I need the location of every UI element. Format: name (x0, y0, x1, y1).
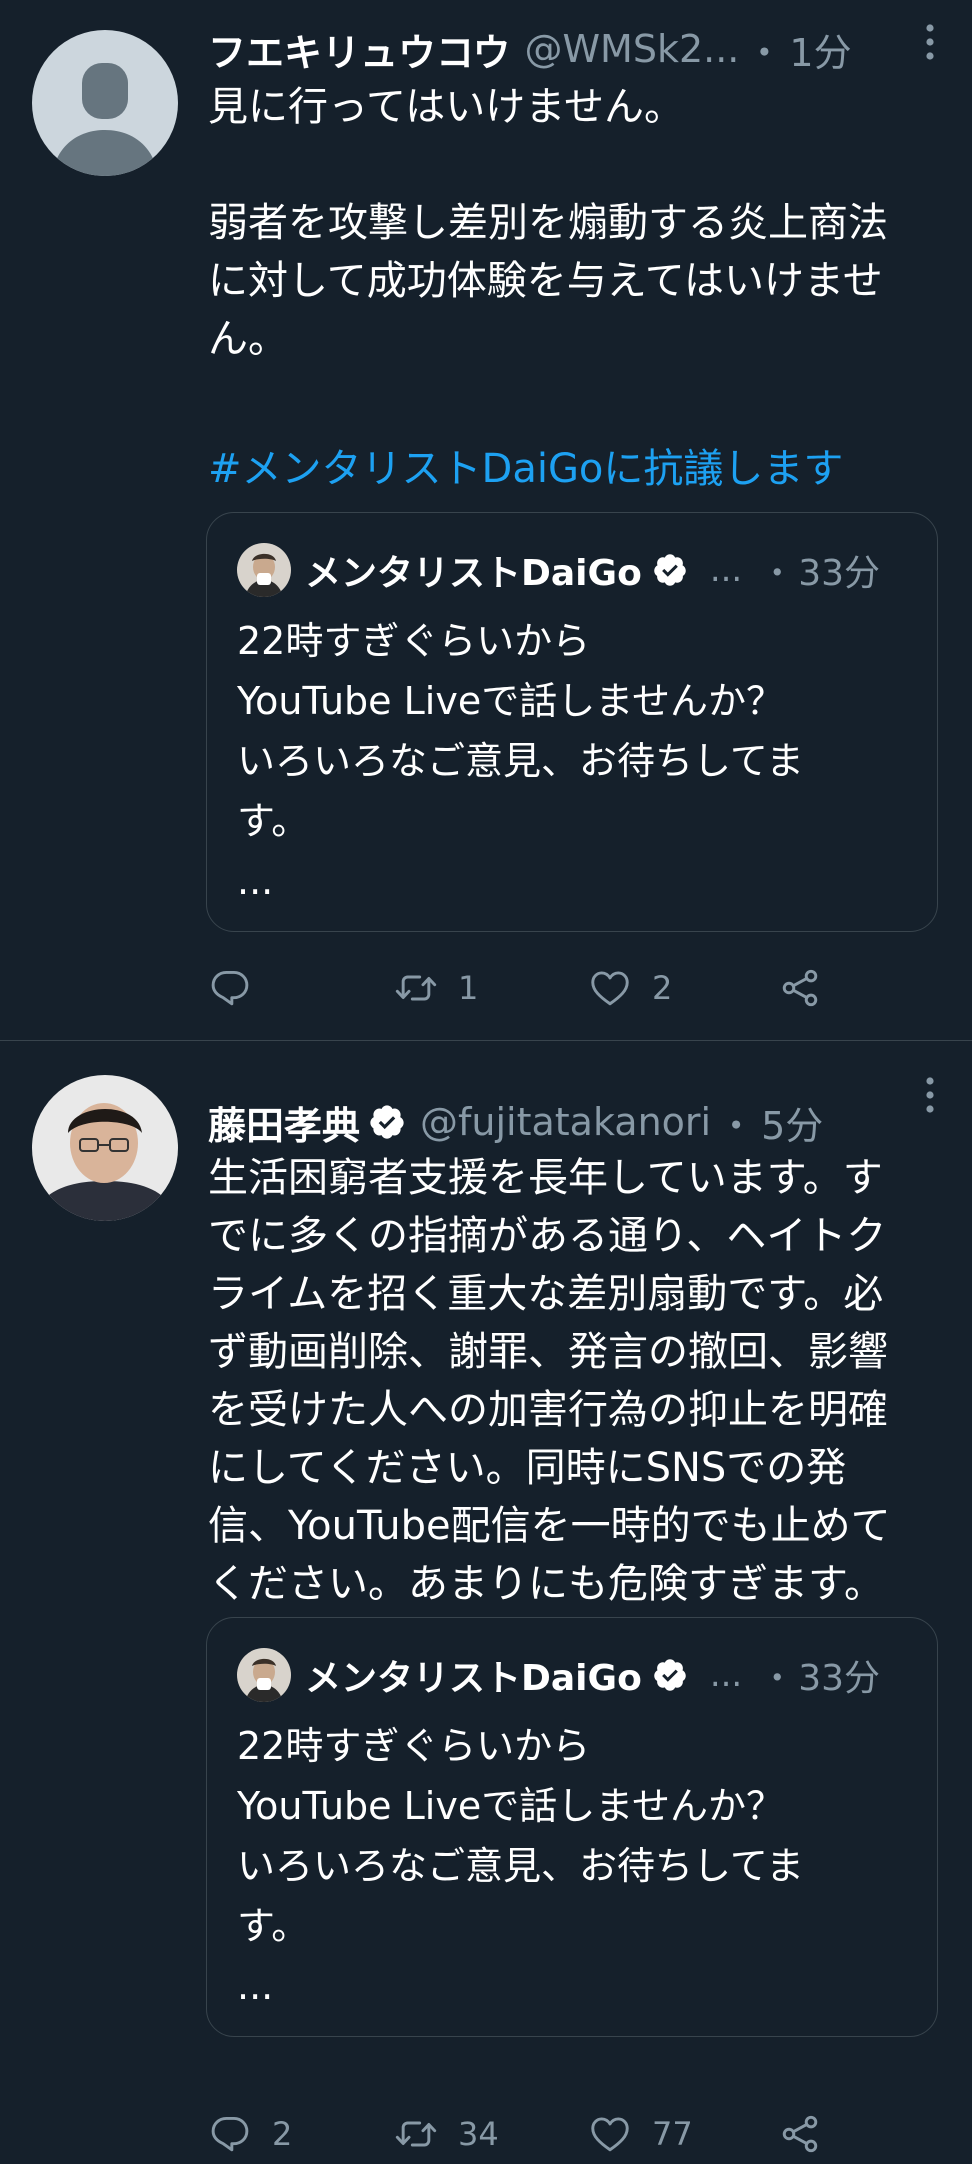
quoted-handle-truncated: ... (709, 1655, 743, 1695)
reply-count: 2 (272, 2115, 293, 2153)
retweet-count: 1 (458, 969, 479, 1007)
quoted-time: 33分 (798, 553, 881, 594)
reply-icon (208, 2112, 252, 2156)
retweet-button[interactable]: 34 (394, 2104, 499, 2164)
verified-badge-icon (368, 1103, 406, 1141)
quoted-author-name: メンタリストDaiGo (305, 1658, 642, 1699)
tweet-time[interactable]: 1分 (789, 22, 851, 76)
tweet-header: 藤田孝典 @fujitatakanori ・ 5分 (208, 1095, 942, 1149)
tweet[interactable]: フエキリュウコウ @WMSk2... ・ 1分 見に行ってはいけません。 弱者を… (0, 0, 972, 1041)
heart-icon (588, 966, 632, 1010)
retweet-count: 34 (458, 2115, 499, 2153)
share-icon (778, 966, 822, 1010)
tweet-text: 生活困窮者支援を長年しています。す でに多くの指摘がある通り、ヘイトク ライムを… (208, 1155, 891, 1607)
quoted-avatar (237, 1648, 291, 1702)
tweet-text: 見に行ってはいけません。 弱者を攻撃し差別を煽動する炎上商法 に対して成功体験を… (208, 84, 888, 362)
quoted-author-name: メンタリストDaiGo (305, 553, 642, 594)
quoted-text: 22時すぎぐらいから YouTube Liveで話しませんか？ いろいろなご意見… (237, 619, 804, 903)
avatar[interactable] (32, 1075, 178, 1221)
tweet-time[interactable]: 5分 (761, 1095, 823, 1149)
quoted-tweet[interactable]: メンタリストDaiGo ... ・ 33分 22時すぎぐらいから YouTube… (206, 512, 938, 932)
retweet-icon (394, 966, 438, 1010)
reply-icon (208, 966, 252, 1010)
quoted-header: メンタリストDaiGo ... ・ 33分 (305, 541, 909, 599)
tweet-header: フエキリュウコウ @WMSk2... ・ 1分 (208, 22, 942, 76)
separator-dot: ・ (760, 1658, 795, 1699)
hashtag-link[interactable]: #メンタリストDaiGoに抗議します (208, 436, 843, 494)
action-bar: 1 2 (208, 958, 948, 1018)
avatar[interactable] (32, 30, 178, 176)
retweet-icon (394, 2112, 438, 2156)
reply-button[interactable]: 2 (208, 2104, 292, 2164)
tweet[interactable]: 藤田孝典 @fujitatakanori ・ 5分 生活困窮者支援を長年していま… (0, 1041, 972, 2153)
separator-dot: ・ (717, 1103, 756, 1148)
quoted-time: 33分 (798, 1658, 881, 1699)
like-count: 2 (652, 969, 673, 1007)
separator-dot: ・ (745, 30, 784, 75)
verified-badge-icon (652, 552, 688, 588)
share-button[interactable] (778, 2104, 822, 2164)
like-count: 77 (652, 2115, 693, 2153)
author-name[interactable]: 藤田孝典 (208, 1095, 360, 1149)
quoted-text: 22時すぎぐらいから YouTube Liveで話しませんか？ いろいろなご意見… (237, 1724, 804, 2008)
reply-button[interactable] (208, 958, 272, 1018)
share-button[interactable] (778, 958, 822, 1018)
author-handle[interactable]: @fujitatakanori (420, 1100, 711, 1144)
share-icon (778, 2112, 822, 2156)
author-handle[interactable]: @WMSk2... (524, 27, 739, 71)
separator-dot: ・ (760, 553, 795, 594)
quoted-header: メンタリストDaiGo ... ・ 33分 (305, 1646, 909, 1704)
more-vertical-icon[interactable] (920, 22, 940, 62)
author-name[interactable]: フエキリュウコウ (208, 22, 510, 76)
quoted-handle-truncated: ... (709, 550, 743, 590)
more-vertical-icon[interactable] (920, 1075, 940, 1115)
retweet-button[interactable]: 1 (394, 958, 478, 1018)
like-button[interactable]: 77 (588, 2104, 693, 2164)
like-button[interactable]: 2 (588, 958, 672, 1018)
quoted-avatar (237, 543, 291, 597)
heart-icon (588, 2112, 632, 2156)
action-bar: 2 34 77 (208, 2104, 948, 2164)
verified-badge-icon (652, 1657, 688, 1693)
quoted-tweet[interactable]: メンタリストDaiGo ... ・ 33分 22時すぎぐらいから YouTube… (206, 1617, 938, 2037)
